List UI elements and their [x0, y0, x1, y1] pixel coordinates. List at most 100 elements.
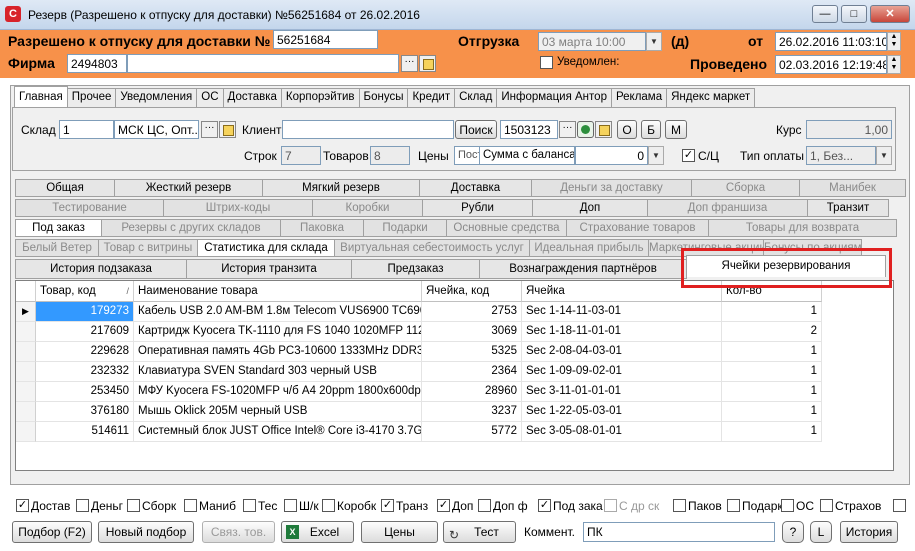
tab-corporate[interactable]: Корпорэйтив [280, 88, 360, 107]
test-button[interactable]: ↻ Тест [443, 521, 516, 543]
history-button[interactable]: История [840, 521, 898, 543]
table-row[interactable]: 232332 [36, 362, 134, 382]
l-button[interactable]: L [810, 521, 832, 543]
client-code-field[interactable]: 1503123 [500, 120, 558, 139]
tab-yandex-market[interactable]: Яндекс маркет [666, 88, 756, 107]
payment-type-field[interactable]: 1, Без... [806, 146, 876, 165]
table-row[interactable]: 2753 [422, 302, 522, 322]
table-row[interactable]: 514611 [36, 422, 134, 442]
transit-filter-checkbox[interactable]: ✓ [381, 499, 394, 512]
tab-preorder[interactable]: Предзаказ [351, 259, 480, 279]
tab-suborder-history[interactable]: История подзаказа [15, 259, 187, 279]
tab-warehouse-stats[interactable]: Статистика для склада [197, 239, 335, 257]
firm-name-field[interactable] [127, 54, 399, 73]
tab-rubles[interactable]: Рубли [422, 199, 533, 217]
client-field[interactable] [282, 120, 454, 139]
tab-hard-reserve[interactable]: Жесткий резерв [114, 179, 263, 197]
test-filter-checkbox[interactable] [243, 499, 256, 512]
table-row[interactable]: 28960 [422, 382, 522, 402]
table-row[interactable]: 5325 [422, 342, 522, 362]
table-row[interactable]: 3237 [422, 402, 522, 422]
tab-soft-reserve[interactable]: Мягкий резерв [262, 179, 420, 197]
balance-dropdown-icon[interactable]: ▼ [648, 146, 664, 165]
rate-field[interactable]: 1,00 [806, 120, 892, 139]
boxes-filter-checkbox[interactable] [322, 499, 335, 512]
client-select-button[interactable]: ··· [559, 121, 576, 138]
tab-partner-rewards[interactable]: Вознаграждения партнёров [479, 259, 687, 279]
firm-select-button[interactable]: ··· [401, 55, 418, 72]
tab-showcase-goods[interactable]: Товар с витрины [98, 239, 198, 257]
table-row[interactable]: Sec 3-05-08-01-01 [522, 422, 722, 442]
tab-testing[interactable]: Тестирование [15, 199, 164, 217]
client-b-button[interactable]: Б [641, 120, 661, 139]
warehouse-name-field[interactable]: МСК ЦС, Опт... [114, 120, 199, 139]
tab-on-order[interactable]: Под заказ [15, 219, 102, 237]
table-row[interactable]: 5772 [422, 422, 522, 442]
table-row[interactable]: 217609 [36, 322, 134, 342]
table-row[interactable]: 253450 [36, 382, 134, 402]
notified-checkbox[interactable] [540, 56, 553, 69]
tab-bonuses[interactable]: Бонусы [358, 88, 409, 107]
posted-date-field[interactable]: 02.03.2016 12:19:48 [775, 55, 887, 74]
tab-boxes[interactable]: Коробки [312, 199, 423, 217]
extra-filter-checkbox[interactable]: ✓ [437, 499, 450, 512]
table-row[interactable]: Sec 1-18-11-01-01 [522, 322, 722, 342]
other-warehouse-filter-checkbox[interactable] [604, 499, 617, 512]
table-row[interactable]: Sec 1-22-05-03-01 [522, 402, 722, 422]
tab-delivery-money[interactable]: Деньги за доставку [531, 179, 692, 197]
table-row[interactable]: Sec 2-08-04-03-01 [522, 342, 722, 362]
delivery-filter-checkbox[interactable]: ✓ [16, 499, 29, 512]
firm-card-icon[interactable] [419, 55, 436, 72]
on-order-filter-checkbox[interactable]: ✓ [538, 499, 551, 512]
tab-gifts[interactable]: Подарки [363, 219, 447, 237]
gifts-filter-checkbox[interactable] [727, 499, 740, 512]
barcode-filter-checkbox[interactable] [284, 499, 297, 512]
warehouse-card-icon[interactable] [219, 121, 236, 138]
help-button[interactable]: ? [782, 521, 804, 543]
tab-delivery[interactable]: Доставка [222, 88, 282, 107]
insurance-filter-checkbox[interactable] [820, 499, 833, 512]
tab-antor-info[interactable]: Информация Антор [496, 88, 612, 107]
client-search-button[interactable]: Поиск [455, 120, 497, 139]
tab-main[interactable]: Главная [14, 86, 68, 107]
table-row[interactable]: Мышь Oklick 205M черный USB [134, 402, 422, 422]
table-row[interactable]: Sec 3-11-01-01-01 [522, 382, 722, 402]
minimize-button[interactable]: — [812, 5, 838, 23]
assembly-filter-checkbox[interactable] [127, 499, 140, 512]
table-row[interactable]: 1 [722, 402, 822, 422]
col-header-product-code[interactable]: Товар, код / [36, 281, 134, 302]
tab-returns[interactable]: Товары для возврата [708, 219, 897, 237]
from-date-field[interactable]: 26.02.2016 11:03:10 [775, 32, 887, 51]
tab-other[interactable]: Прочее [66, 88, 117, 107]
table-row[interactable]: Sec 1-14-11-03-01 [522, 302, 722, 322]
tab-extra-franchise[interactable]: Доп франшиза [647, 199, 808, 217]
tab-extra[interactable]: Доп [532, 199, 648, 217]
tab-transit-history[interactable]: История транзита [186, 259, 352, 279]
packing-filter-checkbox[interactable] [673, 499, 686, 512]
linked-goods-button[interactable]: Связ. тов. [202, 521, 275, 543]
tab-os[interactable]: ОС [196, 88, 224, 107]
tab-goods-insurance[interactable]: Страхование товаров [566, 219, 709, 237]
prices-field[interactable]: Пост [454, 146, 480, 165]
client-o-button[interactable]: О [617, 120, 637, 139]
table-row[interactable]: 3069 [422, 322, 522, 342]
order-number-field[interactable]: 56251684 [273, 30, 378, 49]
money-filter-checkbox[interactable] [76, 499, 89, 512]
shipment-dropdown-icon[interactable]: ▼ [646, 32, 662, 51]
tab-delivery-sub[interactable]: Доставка [419, 179, 532, 197]
tab-virtual-cost[interactable]: Виртуальная себестоимость услуг [334, 239, 530, 257]
tab-warehouse[interactable]: Склад [454, 88, 498, 107]
extra-franchise-filter-checkbox[interactable] [478, 499, 491, 512]
table-row[interactable]: Кабель USB 2.0 AM-BM 1.8м Telecom VUS690… [134, 302, 422, 322]
client-m-button[interactable]: М [665, 120, 687, 139]
tab-ideal-profit[interactable]: Идеальная прибыль [529, 239, 649, 257]
tab-assembly[interactable]: Сборка [691, 179, 800, 197]
table-row[interactable]: Картридж Kyocera TK-1110 для FS 1040 102… [134, 322, 422, 342]
table-row[interactable]: 1 [722, 422, 822, 442]
col-header-product-name[interactable]: Наименование товара [134, 281, 422, 302]
selection-button[interactable]: Подбор (F2) [12, 521, 92, 543]
balance-field[interactable]: 0 [575, 146, 648, 165]
table-row[interactable]: 2364 [422, 362, 522, 382]
tab-barcodes[interactable]: Штрих-коды [163, 199, 313, 217]
tab-general[interactable]: Общая [15, 179, 115, 197]
